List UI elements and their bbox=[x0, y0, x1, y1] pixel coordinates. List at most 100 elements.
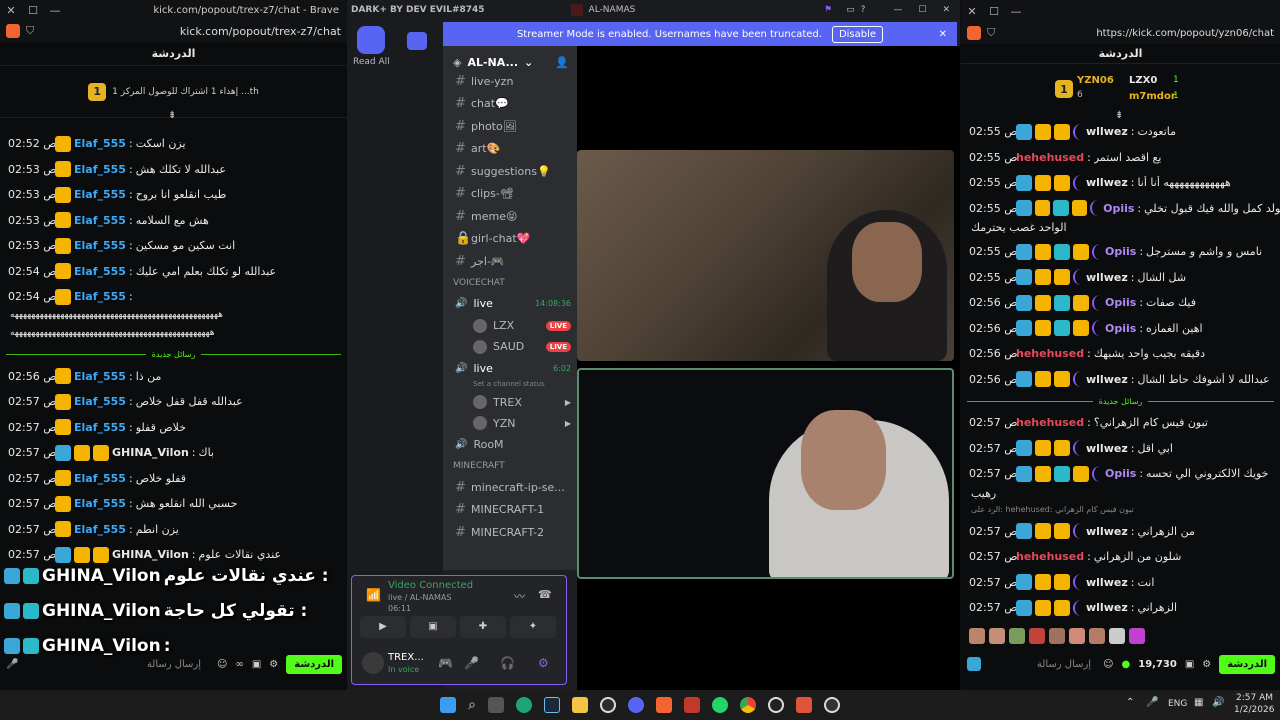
message-username[interactable]: wllwez bbox=[1086, 125, 1128, 138]
emote-icon[interactable] bbox=[1129, 628, 1145, 644]
pickaxe-badge-icon[interactable] bbox=[967, 657, 981, 671]
voice-app-icon[interactable] bbox=[683, 697, 700, 713]
network-icon[interactable]: ▦ bbox=[1194, 697, 1203, 708]
folder-icon[interactable] bbox=[407, 32, 427, 50]
minimize-icon[interactable]: — bbox=[44, 4, 66, 17]
mic-icon[interactable]: 🎤 bbox=[464, 656, 479, 670]
message-username[interactable]: Elaf_555 bbox=[74, 472, 126, 485]
message-username[interactable]: wllwez bbox=[1086, 576, 1128, 589]
channel-item[interactable]: # photo🖼 bbox=[443, 115, 577, 138]
message-username[interactable]: GHINA_Vilon bbox=[112, 446, 189, 459]
channel-item[interactable]: # meme😝 bbox=[443, 205, 577, 228]
maximize-icon[interactable]: ☐ bbox=[983, 5, 1005, 18]
camera-button[interactable]: ▶ bbox=[360, 616, 406, 638]
discord-icon[interactable] bbox=[627, 697, 644, 713]
gamepad-icon[interactable]: 🎮 bbox=[438, 656, 453, 670]
channel-status[interactable]: Set a channel status bbox=[443, 380, 577, 392]
channel-item[interactable]: # minecraft-ip-se... bbox=[443, 476, 577, 499]
left-urlbar[interactable]: ⛉ kick.com/popout/trex-z7/chat bbox=[0, 20, 347, 42]
emote-icon[interactable] bbox=[989, 628, 1005, 644]
message-username[interactable]: Elaf_555 bbox=[74, 290, 126, 303]
message-username[interactable]: hehehused bbox=[1016, 416, 1084, 429]
maximize-icon[interactable]: ☐ bbox=[918, 5, 926, 15]
message-username[interactable]: wllwez bbox=[1086, 525, 1128, 538]
channel-item[interactable]: # live-yzn bbox=[443, 70, 577, 93]
emote-icon[interactable] bbox=[1069, 628, 1085, 644]
message-username[interactable]: Elaf_555 bbox=[74, 370, 126, 383]
channel-item[interactable]: # art🎨 bbox=[443, 138, 577, 161]
emote-icon[interactable]: ☺ bbox=[217, 659, 227, 670]
screen-icon[interactable]: ▭ bbox=[846, 5, 855, 15]
voice-user[interactable]: SAUD LIVE bbox=[443, 336, 577, 357]
activity-button[interactable]: ✚ bbox=[460, 616, 506, 638]
message-username[interactable]: Opiis bbox=[1103, 202, 1134, 215]
voice-channel[interactable]: 🔊 live 14:08:36 bbox=[443, 293, 577, 316]
message-username[interactable]: Opiis bbox=[1105, 322, 1136, 335]
url-text[interactable]: https://kick.com/popout/yzn06/chat bbox=[1003, 28, 1274, 39]
search-app-icon[interactable] bbox=[823, 697, 840, 713]
soundboard-button[interactable]: ✦ bbox=[510, 616, 556, 638]
emote-icon[interactable] bbox=[1049, 628, 1065, 644]
url-text[interactable]: kick.com/popout/trex-z7/chat bbox=[42, 25, 341, 38]
edge-icon[interactable] bbox=[515, 697, 532, 713]
channel-points[interactable]: 19,730 bbox=[1138, 659, 1177, 670]
channel-item[interactable]: # chat💬 bbox=[443, 93, 577, 116]
voice-user[interactable]: LZX LIVE bbox=[443, 315, 577, 336]
chrome-icon[interactable] bbox=[739, 697, 756, 713]
message-username[interactable]: wllwez bbox=[1086, 176, 1128, 189]
mic-icon[interactable]: 🎤 bbox=[6, 659, 18, 670]
screen-share-button[interactable]: ▣ bbox=[410, 616, 456, 638]
add-member-icon[interactable]: 👤 bbox=[555, 56, 569, 69]
brave-lion-icon[interactable] bbox=[6, 24, 20, 38]
message-username[interactable]: wllwez bbox=[1086, 601, 1128, 614]
noise-icon[interactable]: 〰 bbox=[514, 588, 525, 604]
shield-icon[interactable]: ⛉ bbox=[987, 26, 995, 40]
voice-channel[interactable]: 🔊 live 6:02 bbox=[443, 357, 577, 380]
emote-icon[interactable]: ☺ bbox=[1103, 659, 1113, 670]
disable-button[interactable]: Disable bbox=[831, 25, 884, 43]
emote-icon[interactable] bbox=[1009, 628, 1025, 644]
close-icon[interactable]: ✕ bbox=[961, 5, 983, 18]
voice-channel[interactable]: 🔊 RooM bbox=[443, 434, 577, 457]
voice-user[interactable]: TREX ▶ bbox=[443, 392, 577, 413]
mic-tray-icon[interactable]: 🎤 bbox=[1146, 697, 1158, 708]
gift-icon[interactable]: ▣ bbox=[1185, 659, 1194, 670]
message-username[interactable]: GHINA_Vilon bbox=[112, 548, 189, 561]
message-username[interactable]: Elaf_555 bbox=[74, 265, 126, 278]
headphones-icon[interactable]: 🎧 bbox=[500, 656, 515, 670]
help-icon[interactable]: ? bbox=[861, 5, 866, 15]
emote-icon[interactable] bbox=[1089, 628, 1105, 644]
message-input[interactable]: إرسال رسالة bbox=[989, 659, 1095, 670]
infinity-icon[interactable]: ∞ bbox=[235, 659, 243, 670]
message-username[interactable]: hehehused bbox=[1016, 347, 1084, 360]
search-icon[interactable]: ⌕ bbox=[468, 697, 476, 713]
settings-icon[interactable]: ⚙ bbox=[1202, 659, 1211, 670]
voice-user[interactable]: YZN ▶ bbox=[443, 413, 577, 434]
maximize-icon[interactable]: ☐ bbox=[22, 4, 44, 17]
brave-icon[interactable] bbox=[655, 697, 672, 713]
points-icon[interactable]: ● bbox=[1122, 659, 1131, 670]
message-username[interactable]: Elaf_555 bbox=[74, 163, 126, 176]
avatar[interactable] bbox=[362, 652, 384, 674]
brave-lion-icon[interactable] bbox=[967, 26, 981, 40]
tray-chevron-icon[interactable]: ⌃ bbox=[1126, 697, 1134, 708]
inbox-icon[interactable]: ⚑ bbox=[824, 5, 832, 15]
chat-send-button[interactable]: الدردشة bbox=[1219, 654, 1275, 674]
message-username[interactable]: Elaf_555 bbox=[74, 214, 126, 227]
file-explorer-icon[interactable] bbox=[571, 697, 588, 713]
message-username[interactable]: wllwez bbox=[1086, 373, 1128, 386]
video-tile-1[interactable] bbox=[577, 150, 954, 361]
top-user-name[interactable]: m7mdor bbox=[1129, 91, 1176, 102]
obs-icon[interactable] bbox=[767, 697, 784, 713]
clock-time[interactable]: 2:57 AM bbox=[1236, 693, 1273, 703]
volume-icon[interactable]: 🔊 bbox=[1212, 697, 1224, 708]
steam-icon[interactable] bbox=[543, 697, 560, 713]
minecraft-category[interactable]: MINECRAFT bbox=[443, 456, 577, 476]
settings-icon[interactable]: ⚙ bbox=[538, 656, 549, 670]
gift-icon[interactable]: ▣ bbox=[252, 659, 261, 670]
minimize-icon[interactable]: — bbox=[893, 5, 902, 15]
clock-date[interactable]: 1/2/2026 bbox=[1234, 705, 1274, 715]
channel-item[interactable]: 🔒 girl-chat💖 bbox=[443, 228, 577, 251]
message-username[interactable]: wllwez bbox=[1086, 271, 1128, 284]
language-indicator[interactable]: ENG bbox=[1168, 699, 1187, 709]
